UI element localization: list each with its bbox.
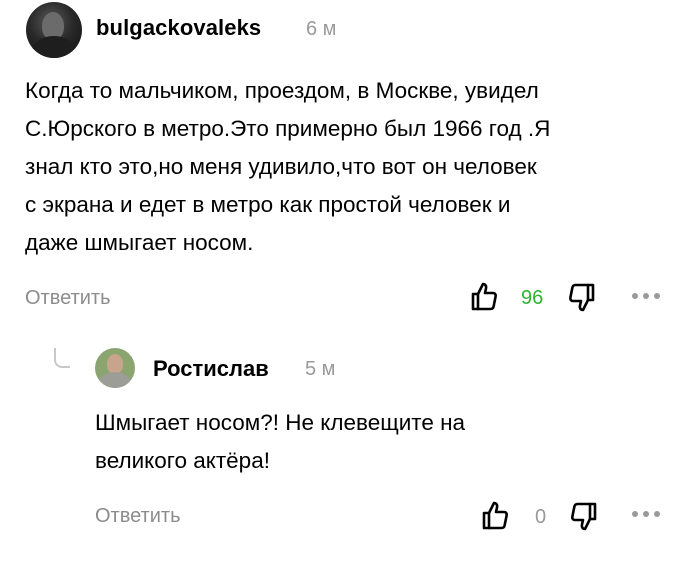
thumbs-down-icon[interactable] [570,502,598,532]
like-count: 96 [521,287,544,309]
comment-text-line: великого актёра! [95,448,270,473]
comment-author[interactable]: bulgackovaleks [96,15,261,41]
comment-text-line: с экрана и едет в метро как простой чело… [25,192,511,217]
avatar-face [107,354,123,374]
comment-text-line: С.Юрского в метро.Это примерно был 1966 … [25,116,551,141]
comment-time: 5 м [305,358,336,380]
comment-text-line: Когда то мальчиком, проездом, в Москве, … [25,78,539,103]
comment-text: Когда то мальчиком, проездом, в Москве, … [25,72,680,262]
avatar-body [32,36,76,58]
avatar[interactable] [26,2,82,58]
comment-time: 6 м [306,18,337,40]
more-horizontal-icon[interactable] [632,511,660,517]
comment-author[interactable]: Ростислав [153,356,269,382]
reply-button[interactable]: Ответить [25,287,111,310]
thumbs-up-icon[interactable] [470,281,498,311]
like-count: 0 [535,506,547,528]
thumbs-down-icon[interactable] [568,283,596,313]
comment-text-line: знал кто это,но меня удивило,что вот он … [25,154,537,179]
comment-text-line: даже шмыгает носом. [25,230,254,255]
avatar-body [99,372,131,388]
reply-thread-line [54,348,70,368]
thumbs-up-icon[interactable] [481,500,509,530]
comment-text: Шмыгает носом?! Не клевещите на великого… [95,404,655,480]
comment-text-line: Шмыгает носом?! Не клевещите на [95,410,466,435]
reply-button[interactable]: Ответить [95,505,181,528]
avatar[interactable] [95,348,135,388]
more-horizontal-icon[interactable] [632,293,660,299]
